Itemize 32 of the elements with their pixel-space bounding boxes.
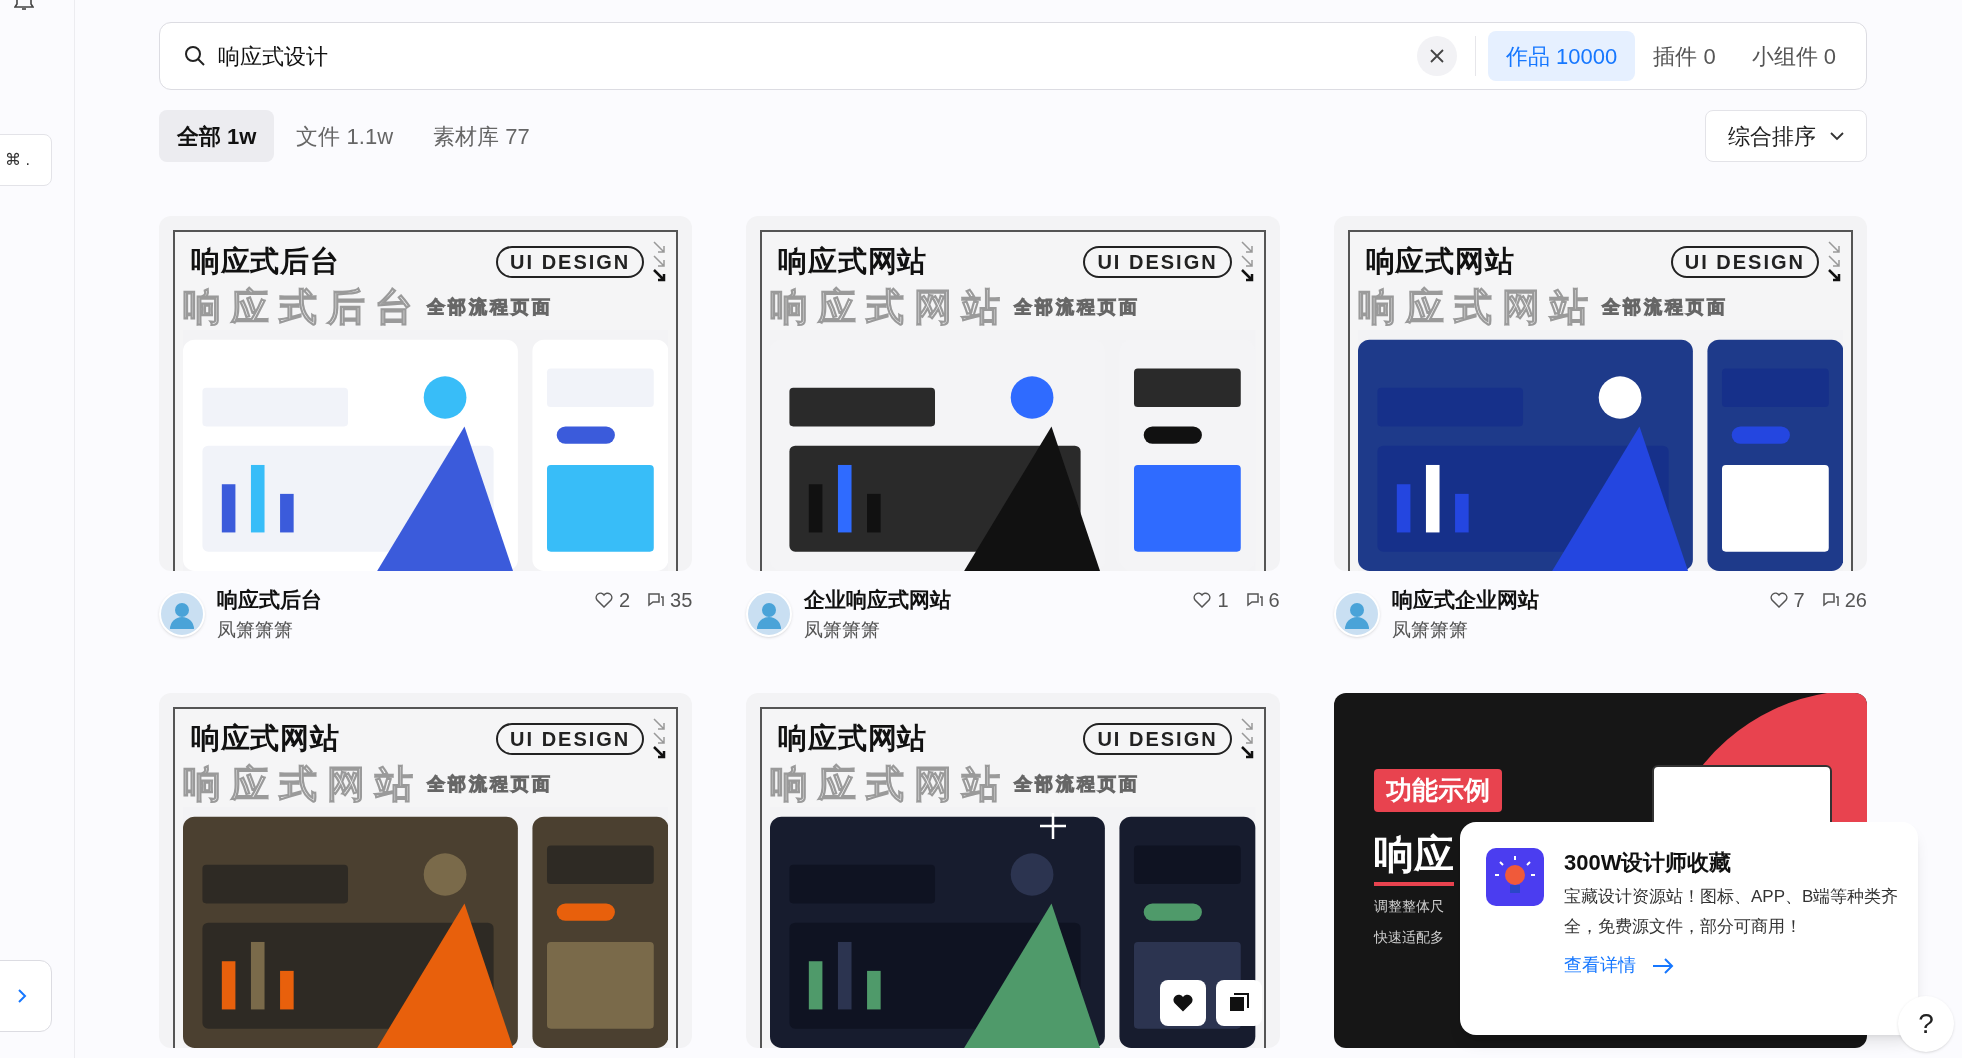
cover-subtitle: 全部流程页面 <box>1601 295 1728 319</box>
feature-text: 快速适配多 <box>1373 928 1444 947</box>
cover-subtitle: 全部流程页面 <box>1014 295 1141 319</box>
cover-subtitle: 全部流程页面 <box>427 772 553 796</box>
comment-count: 35 <box>670 588 693 613</box>
cover-watermark: 响应式网站 <box>183 762 423 806</box>
cover-badge: UI DESIGN <box>1083 246 1232 278</box>
cover-title: 响应式网站 <box>778 244 927 280</box>
cover-title: 响应式后台 <box>191 244 340 280</box>
popup-title: 300W设计师收藏 <box>1564 849 1733 877</box>
like-count: 2 <box>618 588 631 613</box>
cover-title: 响应式网站 <box>778 721 927 757</box>
cover-subtitle: 全部流程页面 <box>1014 772 1141 796</box>
feature-title: 响应 <box>1373 826 1454 886</box>
cover-title: 响应式网站 <box>1365 244 1515 280</box>
cover-subtitle: 全部流程页面 <box>427 295 553 319</box>
popup-text: 宝藏设计资源站！图标、APP、B端等种类齐全，免费源文件，部分可商用！ <box>1564 886 1900 938</box>
cover-badge: UI DESIGN <box>1670 246 1819 278</box>
cover-watermark: 响应式网站 <box>1357 285 1598 329</box>
comment-count: 6 <box>1268 588 1280 613</box>
cover-title: 响应式网站 <box>191 721 340 757</box>
like-count: 1 <box>1217 588 1229 613</box>
comment-count: 26 <box>1844 588 1867 613</box>
like-count: 7 <box>1793 588 1805 613</box>
cover-watermark: 响应式网站 <box>770 285 1011 329</box>
feature-text: 调整整体尺 <box>1373 897 1444 916</box>
cover-watermark: 响应式网站 <box>770 762 1011 806</box>
cover-badge: UI DESIGN <box>496 723 645 755</box>
feature-tag: 功能示例 <box>1373 769 1502 812</box>
cover-watermark: 响应式后台 <box>183 285 423 329</box>
cover-badge: UI DESIGN <box>496 246 645 278</box>
cover-badge: UI DESIGN <box>1083 723 1232 755</box>
